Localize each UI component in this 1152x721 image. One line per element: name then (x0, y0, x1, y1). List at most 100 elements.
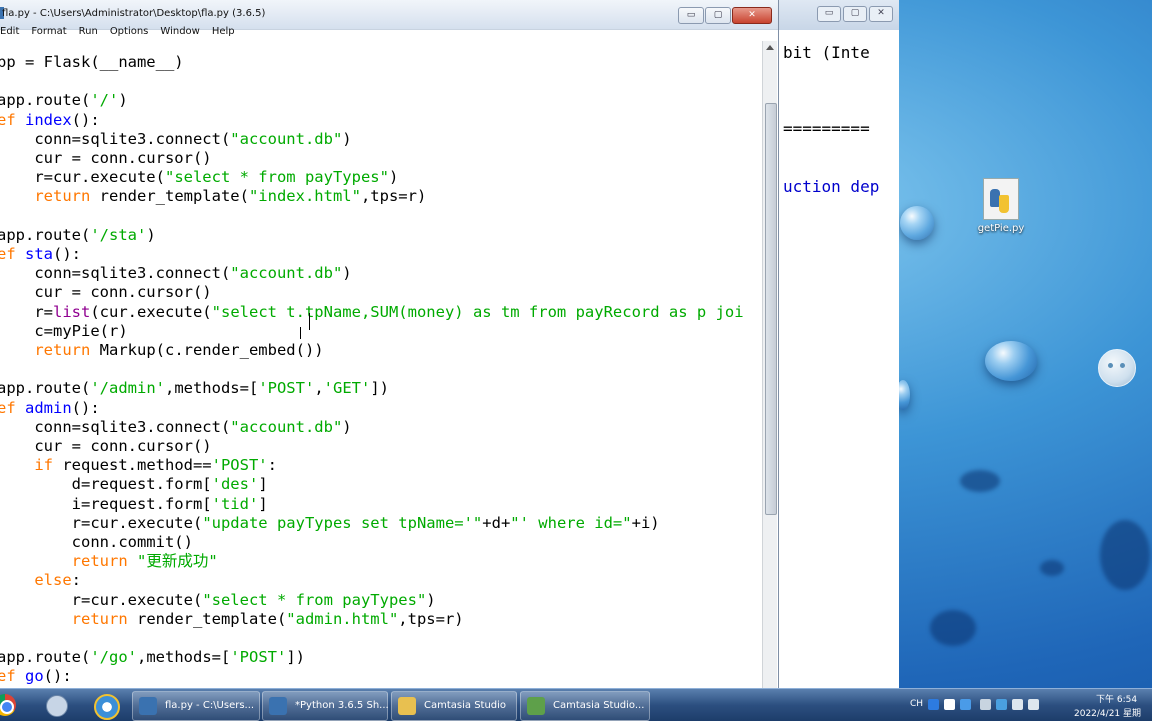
shell-titlebar[interactable]: ▭ ▢ ✕ (779, 0, 899, 30)
volume-icon[interactable] (1028, 699, 1039, 710)
code-token: ] (258, 494, 268, 513)
code-line[interactable]: conn=sqlite3.connect("account.db") (0, 263, 352, 283)
code-line[interactable]: cur = conn.cursor() (0, 148, 211, 168)
code-token: +d+ (482, 513, 511, 532)
menu-format[interactable]: Format (25, 24, 72, 41)
code-token: "account.db" (230, 264, 343, 283)
shell-maximize-button[interactable]: ▢ (843, 6, 867, 22)
water-drop-decoration (960, 470, 1000, 492)
code-token: 'GET' (323, 379, 371, 398)
menu-edit[interactable]: Edit (0, 24, 25, 41)
code-token: '/admin' (90, 379, 165, 398)
code-token: "account.db" (230, 129, 343, 148)
floating-assistant-icon[interactable] (1098, 349, 1136, 387)
code-line[interactable]: app.route('/go',methods=['POST']) (0, 647, 305, 667)
menu-window[interactable]: Window (154, 24, 205, 41)
code-line[interactable]: pp = Flask(__name__) (0, 52, 184, 72)
code-token: return (0, 552, 128, 571)
code-token: i=request.form[ (0, 494, 212, 513)
code-token: ) (342, 129, 352, 148)
tray-app-icon[interactable] (980, 699, 991, 710)
close-button[interactable]: ✕ (732, 7, 772, 24)
menu-run[interactable]: Run (73, 24, 104, 41)
taskbar-item-camtasia-app[interactable]: Camtasia Studio... (520, 691, 650, 721)
ime-settings-icon[interactable] (960, 699, 971, 710)
menu-options[interactable]: Options (104, 24, 155, 41)
code-line[interactable]: app.route('/sta') (0, 225, 156, 245)
code-token: request.method== (53, 456, 212, 475)
code-token: (): (71, 110, 100, 129)
vertical-scrollbar[interactable] (762, 41, 777, 688)
code-line[interactable]: return Markup(c.render_embed()) (0, 340, 323, 360)
qq-icon[interactable] (45, 693, 71, 717)
code-line[interactable]: ef index(): (0, 110, 100, 130)
code-token: "select * from payTypes" (202, 590, 427, 609)
shell-line: uction dep (783, 177, 880, 196)
code-line[interactable]: app.route('/admin',methods=['POST','GET'… (0, 378, 389, 398)
code-line[interactable]: conn=sqlite3.connect("account.db") (0, 417, 351, 437)
code-editor[interactable]: pp = Flask(__name__) app.route('/') ef ind… (0, 41, 762, 688)
code-line[interactable]: r=cur.execute("select * from payTypes") (0, 167, 398, 187)
code-line[interactable]: r=list(cur.execute("select t.tpName,SUM(… (0, 302, 744, 322)
scrollbar-thumb[interactable] (765, 103, 777, 515)
shell-minimize-button[interactable]: ▭ (817, 6, 841, 22)
network-icon[interactable] (1012, 699, 1023, 710)
code-token: ) (426, 590, 436, 609)
code-token: 'des' (211, 475, 259, 494)
maximize-button[interactable]: ▢ (705, 7, 731, 24)
search-ime-icon[interactable] (928, 699, 939, 710)
code-line[interactable]: cur = conn.cursor() (0, 282, 211, 302)
code-token: ef (0, 398, 16, 417)
security-shield-icon[interactable] (996, 699, 1007, 710)
code-line[interactable]: r=cur.execute("select * from payTypes") (0, 590, 436, 610)
camtasia-icon (527, 697, 545, 715)
input-language-indicator[interactable]: CH (910, 699, 923, 709)
code-line[interactable]: return render_template("admin.html",tps=… (0, 609, 464, 629)
clock-time[interactable]: 下午 6:54 (1096, 692, 1137, 705)
shell-close-button[interactable]: ✕ (869, 6, 893, 22)
ime-chinese-icon[interactable] (944, 699, 955, 710)
code-line[interactable]: return "更新成功" (0, 551, 218, 571)
code-token: 'POST' (258, 379, 315, 398)
taskbar-item-shell[interactable]: *Python 3.6.5 Sh... (262, 691, 389, 721)
code-line[interactable]: ef admin(): (0, 398, 100, 418)
chrome-icon[interactable] (0, 693, 26, 717)
menu-help[interactable]: Help (206, 24, 241, 41)
code-line[interactable]: ef sta(): (0, 244, 81, 264)
code-line[interactable]: d=request.form['des'] (0, 474, 268, 494)
code-token: list (53, 302, 91, 321)
code-line[interactable]: c=myPie(r) (0, 321, 127, 341)
minimize-button[interactable]: ▭ (678, 7, 704, 24)
code-line[interactable]: return render_template("index.html",tps=… (0, 186, 426, 206)
taskbar-item-camtasia-folder[interactable]: Camtasia Studio (391, 691, 517, 721)
code-line[interactable]: cur = conn.cursor() (0, 436, 211, 456)
code-token: "select t.tpName,SUM(money) as tm from p… (211, 302, 744, 321)
code-token: sta (25, 245, 53, 263)
editor-title: fla.py - C:\Users\Administrator\Desktop\… (2, 8, 266, 19)
water-drop-decoration (1100, 520, 1150, 590)
folder-icon (398, 697, 416, 715)
code-token: render_template( (90, 187, 249, 206)
scroll-up-arrow-icon[interactable] (766, 45, 774, 50)
code-token: conn=sqlite3.connect( (0, 129, 231, 148)
idle-editor-window[interactable]: fla.py - C:\Users\Administrator\Desktop\… (0, 0, 779, 688)
code-line[interactable]: conn.commit() (0, 532, 193, 552)
desktop-icon-getpie[interactable]: getPie.py (975, 178, 1027, 234)
code-line[interactable]: ef go(): (0, 666, 72, 686)
code-line[interactable]: r=cur.execute("update payTypes set tpNam… (0, 513, 660, 533)
code-token: ]) (286, 648, 305, 667)
code-token: ) (342, 264, 352, 283)
ie-icon[interactable] (94, 693, 120, 720)
python-shell-window[interactable]: ▭ ▢ ✕ bit (Inte ========= uction dep (778, 0, 899, 688)
code-line[interactable]: app.route('/') (0, 90, 128, 110)
code-line[interactable]: else: (0, 570, 81, 590)
code-line[interactable]: i=request.form['tid'] (0, 494, 268, 514)
code-line[interactable]: conn=sqlite3.connect("account.db") (0, 129, 352, 149)
system-tray: CH 下午 6:54 2022/4/21 星期 (900, 689, 1152, 721)
code-line[interactable]: if request.method=='POST': (0, 455, 277, 475)
water-drop-decoration (900, 206, 934, 240)
clock-date[interactable]: 2022/4/21 星期 (1074, 706, 1141, 719)
code-token: '/' (90, 91, 119, 110)
code-token: ) (118, 91, 128, 110)
taskbar-item-editor[interactable]: fla.py - C:\Users... (132, 691, 260, 721)
